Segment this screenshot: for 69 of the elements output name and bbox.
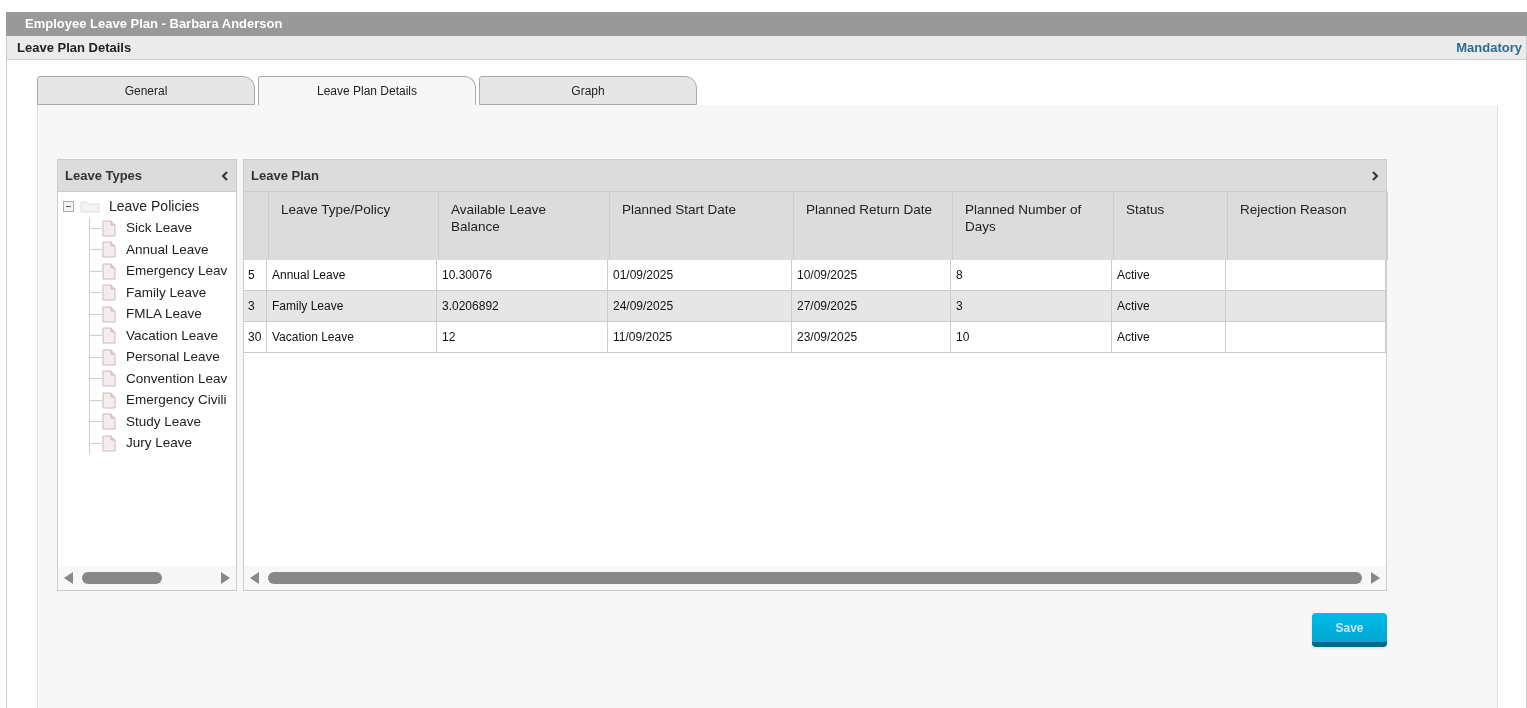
column-header: Planned Start Date [622, 201, 738, 218]
document-icon [102, 219, 116, 237]
table-cell-text: 27/09/2025 [797, 298, 858, 315]
table-cell-text: 10 [956, 329, 970, 346]
tree-item[interactable]: Sick Leave [126, 218, 193, 239]
tab[interactable]: Leave Plan Details [258, 76, 476, 105]
collapse-left-icon[interactable] [221, 170, 229, 181]
expand-right-icon[interactable] [1371, 170, 1379, 181]
table-cell-text: 3 [956, 298, 963, 315]
tab[interactable]: Graph [479, 76, 697, 105]
mandatory-link[interactable]: Mandatory [1456, 37, 1522, 58]
tree-item[interactable]: Personal Leave [126, 347, 220, 368]
table-cell-text: Active [1117, 329, 1150, 346]
tree-item[interactable]: Family Leave [126, 282, 207, 303]
document-icon [102, 262, 116, 280]
table-cell-text: Active [1117, 267, 1150, 284]
panel-title: Leave Types [65, 166, 143, 185]
folder-icon [80, 200, 100, 214]
table-cell-text: 11/09/2025 [613, 329, 673, 346]
document-icon [102, 413, 116, 431]
scroll-left-icon[interactable] [64, 572, 74, 584]
tab[interactable]: General [37, 76, 255, 105]
scroll-right-icon[interactable] [1370, 572, 1380, 584]
table-cell-text: 3 [248, 298, 255, 315]
window-title: Employee Leave Plan - Barbara Anderson [25, 15, 283, 34]
column-header: Leave Type/Policy [281, 201, 392, 218]
table-cell-text: 10/09/2025 [797, 267, 858, 284]
table-cell-text: Annual Leave [272, 267, 346, 284]
table-cell-text: 5 [248, 267, 255, 284]
document-icon [102, 348, 116, 366]
document-icon [102, 370, 116, 388]
tree-item[interactable]: Study Leave [126, 411, 202, 432]
scrollbar-thumb[interactable] [82, 572, 162, 584]
table-cell-text: 24/09/2025 [613, 298, 674, 315]
tree-item[interactable]: Emergency Leav [126, 261, 228, 282]
document-icon [102, 284, 116, 302]
column-header: Available Leave Balance [451, 201, 548, 235]
table-cell-text: Active [1117, 298, 1150, 315]
table-cell-text: 8 [956, 267, 963, 284]
panel-title: Leave Plan [251, 166, 319, 185]
scrollbar-thumb[interactable] [268, 572, 1362, 584]
table-cell-text: 01/09/2025 [613, 267, 674, 284]
tree-item[interactable]: Emergency Civili [126, 390, 227, 411]
tree-item[interactable]: Leave Policies [109, 196, 200, 218]
tree-item[interactable]: FMLA Leave [126, 304, 202, 325]
collapse-icon[interactable] [63, 201, 74, 213]
table-cell-text: Family Leave [272, 298, 344, 315]
column-header: Status [1126, 201, 1166, 218]
table-cell-text: 10.30076 [442, 267, 493, 284]
section-title: Leave Plan Details [17, 38, 132, 57]
document-icon [102, 434, 116, 452]
tree-item[interactable]: Convention Leav [126, 368, 228, 389]
table-cell-text: 3.0206892 [442, 298, 499, 315]
document-icon [102, 391, 116, 409]
document-icon [102, 241, 116, 259]
column-header: Rejection Reason [1240, 201, 1348, 218]
document-icon [102, 327, 116, 345]
table-cell-text: 30 [248, 329, 262, 346]
column-header: Planned Return Date [806, 201, 934, 218]
column-header: Planned Number of Days [965, 201, 1083, 235]
tree-item[interactable]: Vacation Leave [126, 325, 219, 346]
tree-item[interactable]: Annual Leave [126, 239, 209, 260]
scroll-right-icon[interactable] [220, 572, 230, 584]
table-cell-text: Vacation Leave [272, 329, 354, 346]
table-cell-text: 12 [442, 329, 456, 346]
document-icon [102, 305, 116, 323]
table-cell-text: 23/09/2025 [797, 329, 858, 346]
tree-item[interactable]: Jury Leave [126, 433, 193, 454]
scroll-left-icon[interactable] [250, 572, 260, 584]
